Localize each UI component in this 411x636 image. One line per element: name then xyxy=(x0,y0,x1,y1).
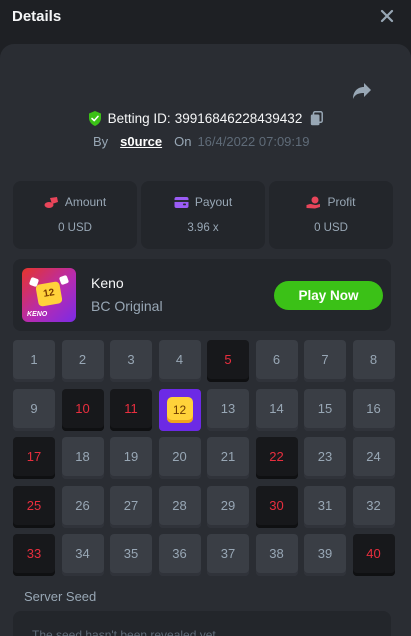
betting-id-value: 39916846228439432 xyxy=(174,110,303,126)
game-provider: BC Original xyxy=(91,298,163,314)
close-icon[interactable] xyxy=(377,6,397,26)
copy-icon[interactable] xyxy=(310,110,324,126)
stat-label: Payout xyxy=(194,195,233,209)
keno-cell[interactable]: 1 xyxy=(13,340,55,382)
keno-cell[interactable]: 7 xyxy=(304,340,346,382)
keno-cell[interactable]: 33 xyxy=(13,534,55,576)
keno-cell[interactable]: 22 xyxy=(255,437,298,479)
keno-cell[interactable]: 34 xyxy=(61,534,104,576)
keno-cell[interactable]: 37 xyxy=(207,534,249,576)
keno-cell[interactable]: 23 xyxy=(304,437,346,479)
server-seed-text: The seed hasn't been revealed yet xyxy=(32,628,216,636)
keno-cell[interactable]: 25 xyxy=(13,485,55,528)
keno-cell[interactable]: 15 xyxy=(304,388,346,431)
stat-label: Amount xyxy=(64,195,107,209)
keno-cell[interactable]: 38 xyxy=(255,534,298,576)
thumbnail-label: KENO xyxy=(27,311,48,318)
keno-cell[interactable]: 30 xyxy=(255,485,298,528)
keno-cell[interactable]: 11 xyxy=(110,388,152,431)
game-card: 12 KENO Keno BC Original Play Now xyxy=(13,259,391,331)
keno-cell[interactable]: 36 xyxy=(158,534,201,576)
verified-shield-icon xyxy=(88,110,101,126)
keno-cell[interactable]: 18 xyxy=(61,437,104,479)
keno-cell[interactable]: 31 xyxy=(304,485,346,528)
stat-card-amount: Amount 0 USD xyxy=(13,181,137,249)
stat-card-payout: Payout 3.96 x xyxy=(141,181,265,249)
keno-cell[interactable]: 39 xyxy=(304,534,346,576)
keno-cell[interactable]: 12 xyxy=(158,388,201,431)
on-label: On xyxy=(174,133,192,149)
keno-cell[interactable]: 28 xyxy=(158,485,201,528)
stat-value: 3.96 x xyxy=(187,222,219,234)
game-thumbnail[interactable]: 12 KENO xyxy=(22,268,76,322)
by-label: By xyxy=(93,133,109,149)
coins-icon xyxy=(44,196,58,208)
modal-header: Details xyxy=(0,0,411,40)
username-link[interactable]: s0urce xyxy=(120,134,162,149)
stat-label: Profit xyxy=(327,195,356,209)
thumbnail-tile: 12 xyxy=(35,281,63,307)
modal-title: Details xyxy=(12,8,62,25)
keno-cell[interactable]: 16 xyxy=(352,388,395,431)
profit-hand-icon xyxy=(306,196,321,208)
game-name: Keno xyxy=(91,275,124,291)
server-seed-box: The seed hasn't been revealed yet xyxy=(13,611,391,636)
keno-cell[interactable]: 8 xyxy=(352,340,395,382)
share-icon[interactable] xyxy=(352,82,372,100)
betting-id-row: Betting ID: 39916846228439432 xyxy=(0,108,411,128)
stat-value: 0 USD xyxy=(314,222,348,234)
chip-icon xyxy=(58,274,70,286)
keno-cell[interactable]: 27 xyxy=(110,485,152,528)
server-seed-label: Server Seed xyxy=(24,589,97,604)
bet-datetime: 16/4/2022 07:09:19 xyxy=(197,133,310,149)
keno-cell[interactable]: 35 xyxy=(110,534,152,576)
keno-cell[interactable]: 14 xyxy=(255,388,298,431)
keno-cell[interactable]: 10 xyxy=(61,388,104,431)
keno-cell[interactable]: 6 xyxy=(255,340,298,382)
keno-cell[interactable]: 21 xyxy=(207,437,249,479)
play-now-button[interactable]: Play Now xyxy=(274,281,383,310)
keno-cell[interactable]: 4 xyxy=(158,340,201,382)
betting-id-label: Betting ID: xyxy=(107,110,171,126)
keno-cell[interactable]: 2 xyxy=(61,340,104,382)
keno-cell[interactable]: 5 xyxy=(207,340,249,382)
keno-cell[interactable]: 3 xyxy=(110,340,152,382)
keno-cell[interactable]: 24 xyxy=(352,437,395,479)
hit-gem: 12 xyxy=(166,396,193,423)
stat-value: 0 USD xyxy=(58,222,92,234)
wallet-icon xyxy=(174,196,189,208)
keno-cell[interactable]: 29 xyxy=(207,485,249,528)
keno-cell[interactable]: 9 xyxy=(13,388,55,431)
bet-meta-row: By s0urce On 16/4/2022 07:09:19 xyxy=(93,132,310,150)
keno-cell[interactable]: 32 xyxy=(352,485,395,528)
keno-cell[interactable]: 26 xyxy=(61,485,104,528)
keno-cell[interactable]: 13 xyxy=(207,388,249,431)
keno-cell[interactable]: 17 xyxy=(13,437,55,479)
stat-card-profit: Profit 0 USD xyxy=(269,181,393,249)
keno-cell[interactable]: 20 xyxy=(158,437,201,479)
keno-cell[interactable]: 19 xyxy=(110,437,152,479)
keno-cell[interactable]: 40 xyxy=(352,534,395,576)
